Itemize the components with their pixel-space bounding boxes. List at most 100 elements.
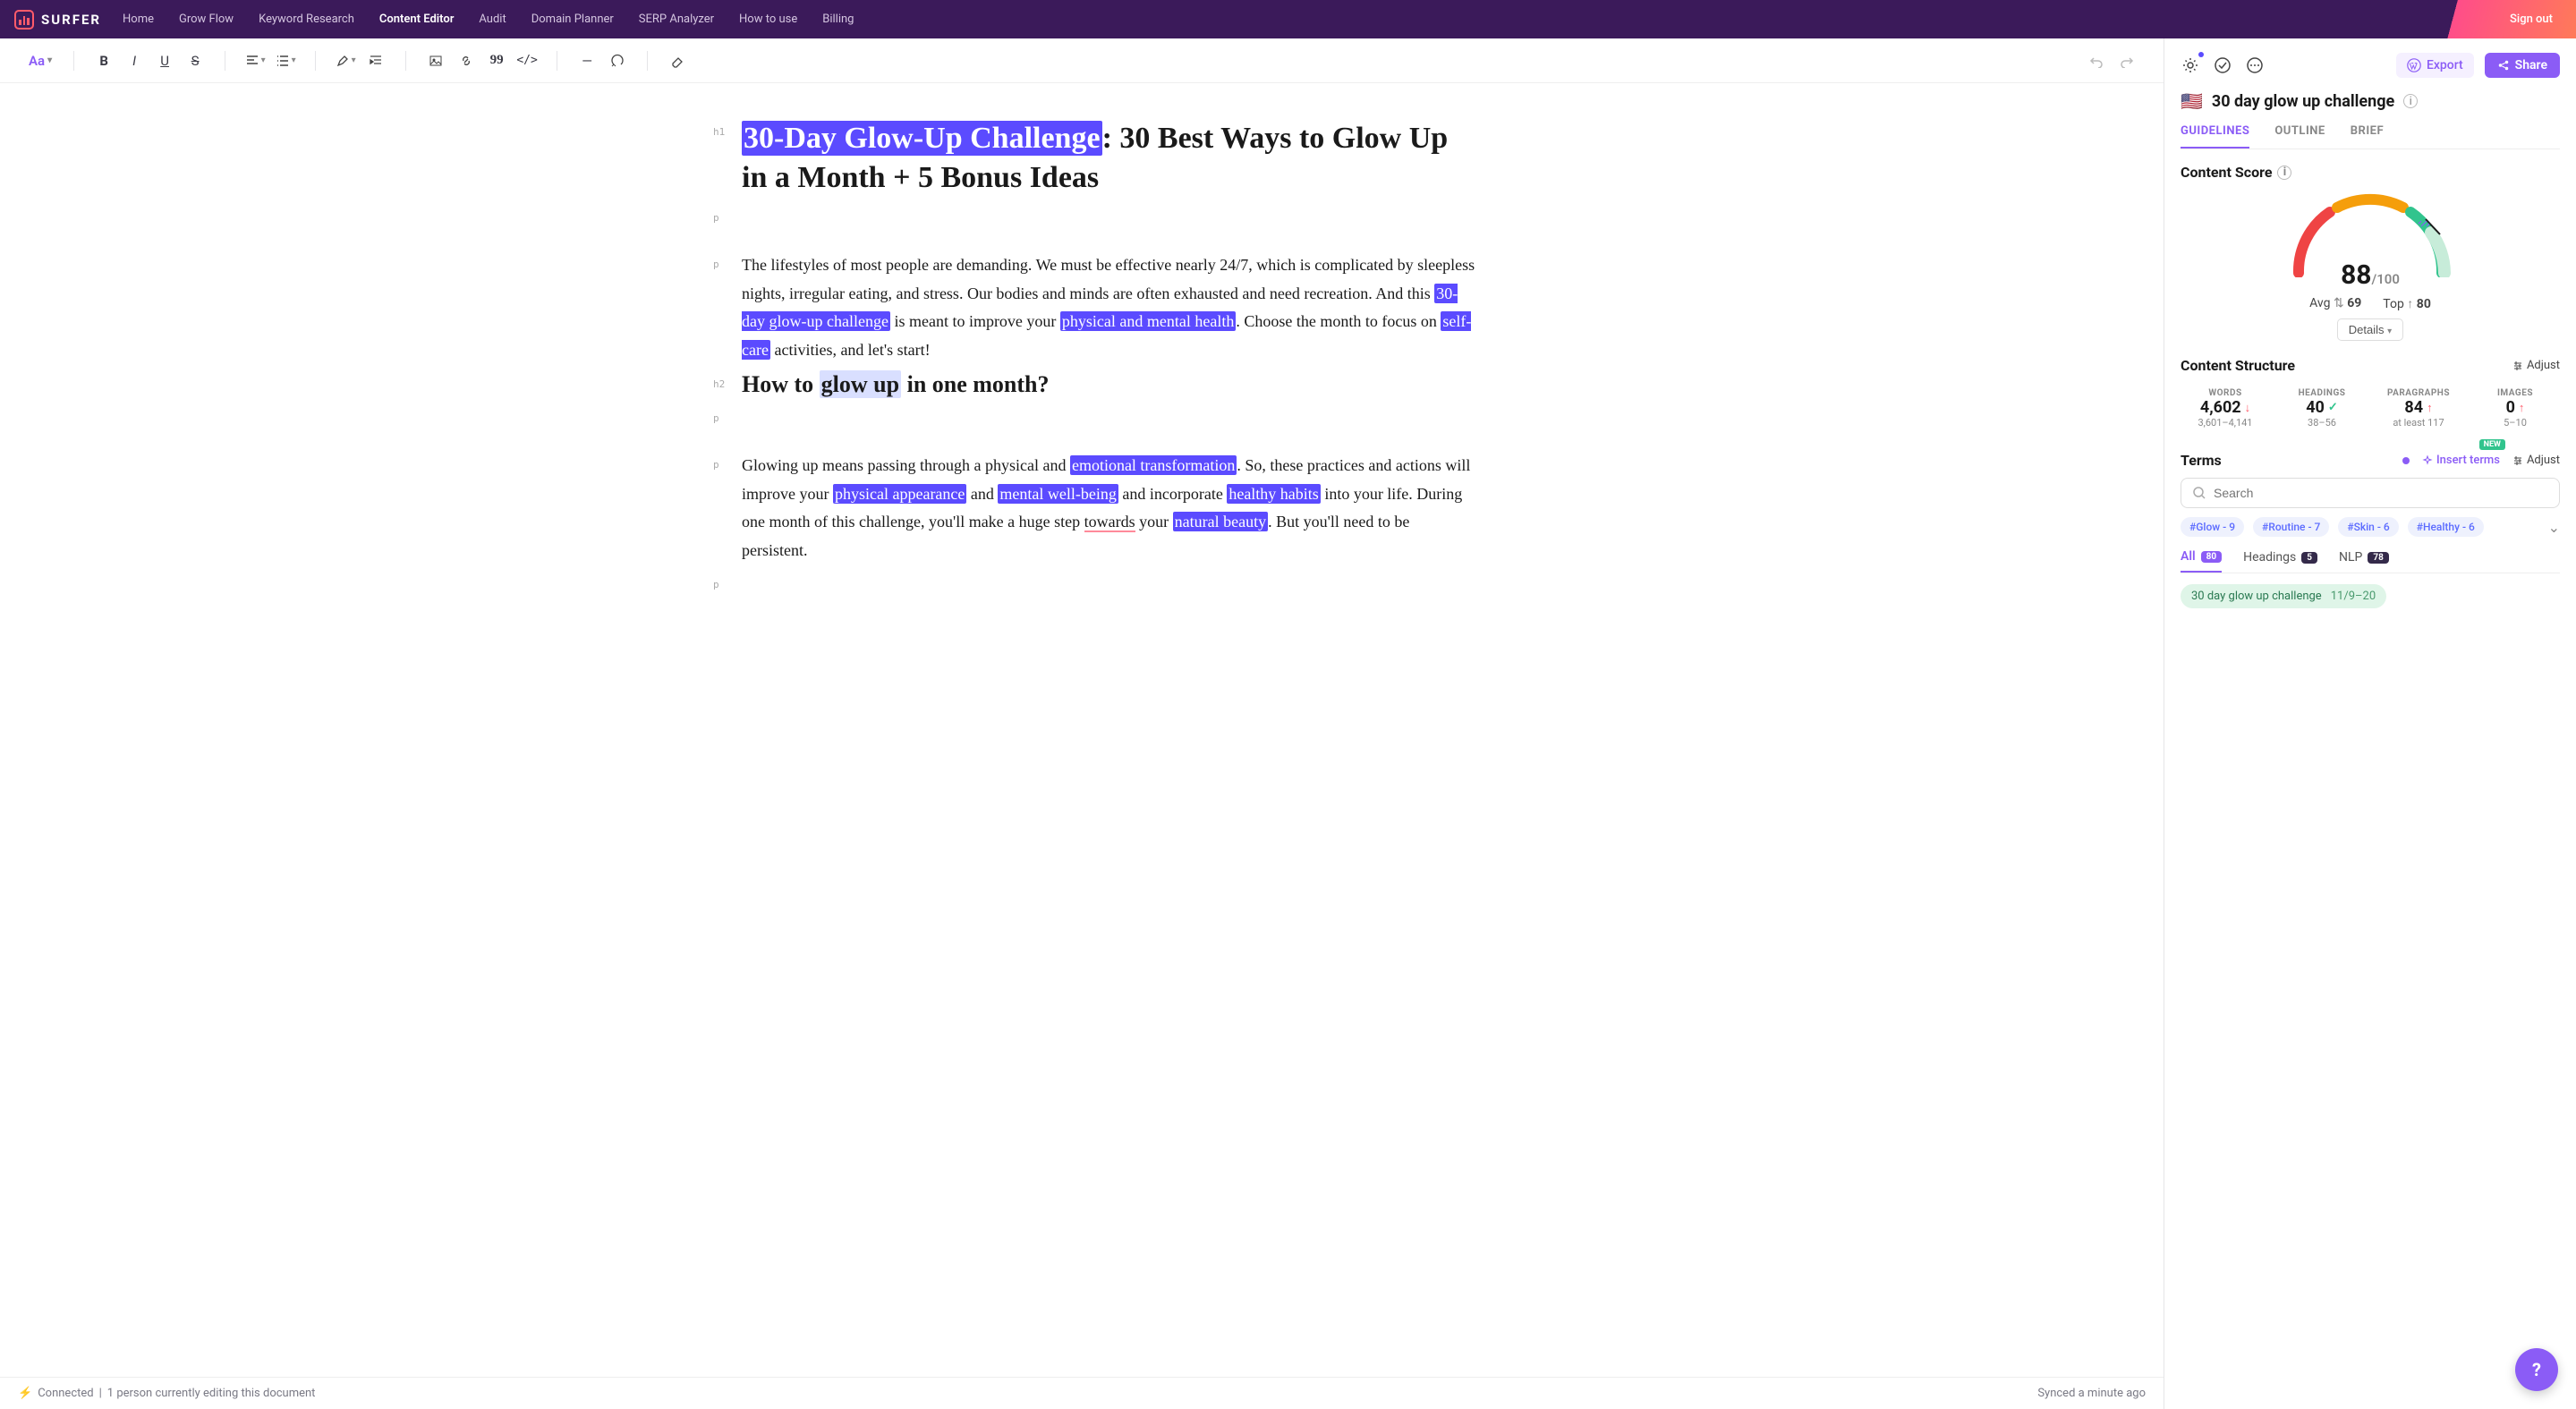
document-scroll[interactable]: h1 30-Day Glow-Up Challenge: 30 Best Way… — [0, 83, 2164, 1377]
details-button[interactable]: Details ▾ — [2337, 318, 2403, 341]
side-tabs: GUIDELINES OUTLINE BRIEF — [2181, 124, 2560, 149]
synced-label: Synced a minute ago — [2037, 1387, 2146, 1400]
formatting-toolbar: Aa▾ B I U S ▾ ▾ — [0, 38, 2164, 83]
structure-words: WORDS 4,602↓ 3,601–4,141 — [2181, 383, 2270, 434]
structure-paragraphs: PARAGRAPHS 84↑ at least 117 — [2374, 383, 2463, 434]
text-style-dropdown[interactable]: Aa▾ — [23, 53, 57, 69]
clear-format-button[interactable] — [604, 47, 631, 74]
hash-pill[interactable]: #Skin - 6 — [2338, 517, 2398, 537]
adjust-structure-button[interactable]: Adjust — [2512, 359, 2560, 372]
nav-serp-analyzer[interactable]: SERP Analyzer — [639, 13, 714, 26]
search-icon — [2192, 486, 2206, 500]
connected-label: Connected — [38, 1387, 93, 1400]
document[interactable]: h1 30-Day Glow-Up Challenge: 30 Best Way… — [670, 83, 1493, 636]
undo-button[interactable] — [2083, 47, 2110, 74]
term-pill[interactable]: 30 day glow up challenge11/9–20 — [2181, 584, 2386, 608]
nav-billing[interactable]: Billing — [822, 13, 854, 26]
editing-label: 1 person currently editing this document — [107, 1387, 316, 1400]
h1-highlight: 30-Day Glow-Up Challenge — [742, 121, 1102, 156]
nav-items: Home Grow Flow Keyword Research Content … — [123, 13, 854, 26]
settings-icon[interactable] — [2181, 55, 2200, 75]
sliders-icon — [2512, 361, 2523, 371]
tab-outline[interactable]: OUTLINE — [2274, 124, 2325, 149]
block-tag: h2 — [713, 378, 725, 390]
score-gauge: 88/100 Avg ⇅ 69 Top ↑ 80 Details ▾ — [2181, 188, 2560, 341]
paragraph-block[interactable]: p — [742, 405, 1475, 427]
code-button[interactable]: </> — [514, 47, 540, 74]
flag-icon: 🇺🇸 — [2181, 90, 2203, 112]
structure-images: IMAGES 0↑ 5–10 — [2470, 383, 2560, 434]
quote-button[interactable]: 99 — [483, 47, 510, 74]
term-tabs: All80 Headings5 NLP78 — [2181, 549, 2560, 573]
block-tag: h1 — [713, 126, 725, 138]
share-button[interactable]: Share — [2485, 53, 2560, 78]
more-icon[interactable] — [2245, 55, 2265, 75]
tab-brief[interactable]: BRIEF — [2351, 124, 2384, 149]
hash-pill[interactable]: #Routine - 7 — [2253, 517, 2329, 537]
indent-button[interactable] — [362, 47, 389, 74]
hash-pill[interactable]: #Glow - 9 — [2181, 517, 2244, 537]
content-structure-header: Content Structure Adjust — [2181, 357, 2560, 374]
status-bar: ⚡ Connected | 1 person currently editing… — [0, 1377, 2164, 1409]
check-circle-icon[interactable] — [2213, 55, 2232, 75]
link-button[interactable] — [453, 47, 480, 74]
strikethrough-button[interactable]: S — [182, 47, 208, 74]
sliders-icon — [2512, 455, 2523, 466]
structure-grid: WORDS 4,602↓ 3,601–4,141 HEADINGS 40✓ 38… — [2181, 383, 2560, 434]
wordpress-icon — [2407, 58, 2421, 72]
paragraph-block[interactable]: p Glowing up means passing through a phy… — [742, 452, 1475, 564]
nav-right: Sign out — [2501, 7, 2562, 31]
heading-2-block[interactable]: h2 How to glow up in one month? — [742, 371, 1475, 398]
term-pill-row: 30 day glow up challenge11/9–20 — [2181, 584, 2560, 608]
nav-home[interactable]: Home — [123, 13, 154, 26]
term-tab-all[interactable]: All80 — [2181, 549, 2222, 573]
share-icon — [2497, 59, 2510, 72]
term-tab-nlp[interactable]: NLP78 — [2339, 549, 2389, 573]
nav-audit[interactable]: Audit — [479, 13, 506, 26]
chevron-down-icon[interactable]: ⌄ — [2548, 519, 2560, 536]
bold-button[interactable]: B — [90, 47, 117, 74]
info-icon[interactable]: i — [2403, 94, 2418, 108]
eraser-button[interactable] — [664, 47, 691, 74]
nav-domain-planner[interactable]: Domain Planner — [531, 13, 614, 26]
redo-button[interactable] — [2113, 47, 2140, 74]
insert-terms-button[interactable]: NEW Insert terms — [2422, 454, 2500, 467]
side-pane: Export Share 🇺🇸 30 day glow up challenge… — [2164, 38, 2576, 1409]
block-tag: p — [713, 259, 719, 270]
block-tag: p — [713, 459, 719, 471]
dot-icon — [2402, 457, 2410, 464]
list-button[interactable]: ▾ — [272, 47, 299, 74]
block-tag: p — [713, 412, 719, 424]
nav-keyword-research[interactable]: Keyword Research — [259, 13, 354, 26]
query-row: 🇺🇸 30 day glow up challenge i — [2181, 90, 2560, 112]
image-button[interactable] — [422, 47, 449, 74]
highlight-button[interactable]: ▾ — [332, 47, 359, 74]
heading-1-block[interactable]: h1 30-Day Glow-Up Challenge: 30 Best Way… — [742, 119, 1475, 198]
paragraph-block[interactable]: p — [742, 572, 1475, 593]
brand-text: SURFER — [41, 12, 101, 28]
structure-headings: HEADINGS 40✓ 38–56 — [2277, 383, 2367, 434]
align-button[interactable]: ▾ — [242, 47, 268, 74]
terms-search-input[interactable] — [2214, 486, 2548, 500]
paragraph-block[interactable]: p The lifestyles of most people are dema… — [742, 251, 1475, 364]
block-tag: p — [713, 212, 719, 224]
adjust-terms-button[interactable]: Adjust — [2512, 454, 2560, 467]
export-button[interactable]: Export — [2396, 53, 2474, 78]
info-icon[interactable]: i — [2277, 166, 2291, 180]
italic-button[interactable]: I — [121, 47, 148, 74]
term-tab-headings[interactable]: Headings5 — [2243, 549, 2317, 573]
nav-how-to-use[interactable]: How to use — [739, 13, 797, 26]
nav-grow-flow[interactable]: Grow Flow — [179, 13, 234, 26]
underline-button[interactable]: U — [151, 47, 178, 74]
tab-guidelines[interactable]: GUIDELINES — [2181, 124, 2249, 149]
logo-icon — [14, 10, 34, 30]
logo[interactable]: SURFER — [14, 10, 101, 30]
hash-pill[interactable]: #Healthy - 6 — [2408, 517, 2484, 537]
terms-search-box[interactable] — [2181, 478, 2560, 508]
help-button[interactable]: ? — [2515, 1348, 2558, 1391]
block-tag: p — [713, 579, 719, 590]
paragraph-block[interactable]: p — [742, 205, 1475, 226]
nav-content-editor[interactable]: Content Editor — [379, 13, 455, 26]
signout-button[interactable]: Sign out — [2501, 7, 2562, 31]
hr-button[interactable]: — — [574, 47, 600, 74]
